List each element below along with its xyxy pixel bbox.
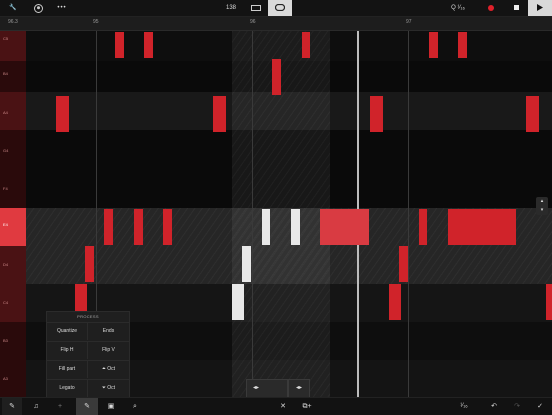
vertical-scroll-handle[interactable]: ▴ ▾ [536,197,548,215]
bar-marker: 96 [250,19,256,25]
key-a4[interactable]: A4 [0,92,26,131]
grid-resolution-button[interactable]: ¹⁄₁₆ [450,398,478,415]
note-selected[interactable] [232,284,244,320]
top-toolbar: 🔧 ••• 138 Q ¹⁄₁₆ [0,0,552,17]
note[interactable] [370,96,383,132]
pencil-tool-icon[interactable]: ✎ [2,398,22,415]
wrench-icon[interactable]: 🔧 [3,0,23,16]
bar-marker: 95 [93,19,99,25]
note[interactable] [115,32,124,58]
timeline-ruler[interactable]: 96.3 95 96 97 [0,17,552,31]
user-icon[interactable] [28,0,48,16]
resize-right-handle[interactable]: ◂▸ [288,379,310,397]
record-icon [488,5,494,11]
loop-icon [274,3,286,12]
music-note-icon[interactable]: ♫ [26,398,46,415]
note-selected[interactable] [242,246,251,282]
note[interactable] [320,209,369,245]
close-icon[interactable]: ✕ [273,398,293,415]
note[interactable] [163,209,172,245]
selection-region[interactable] [232,31,330,397]
legato-button[interactable]: Legato [47,379,88,397]
note[interactable] [302,32,310,58]
checkmark-icon[interactable]: ✓ [530,398,550,415]
note-selected[interactable] [291,209,300,245]
note[interactable] [526,96,539,132]
more-menu-button[interactable]: ••• [52,0,72,16]
redo-icon[interactable]: ↷ [508,398,526,415]
search-icon[interactable]: ⌕ [125,398,145,415]
stop-icon [513,5,519,10]
quantize-process-button[interactable]: Quantize [47,322,88,340]
key-c4[interactable]: C4 [0,284,26,323]
circle-user-icon [33,4,43,13]
note[interactable] [213,96,226,132]
note[interactable] [134,209,143,245]
undo-icon[interactable]: ↶ [484,398,504,415]
add-icon[interactable]: + [50,398,70,415]
note[interactable] [399,246,408,282]
note[interactable] [546,284,552,320]
octave-up-button[interactable]: ⏶ Oct [88,360,129,378]
stop-button[interactable] [505,0,527,16]
record-button[interactable] [480,0,502,16]
key-c5[interactable]: C5 [0,31,26,62]
loop-toggle-button[interactable] [268,0,292,16]
note[interactable] [389,284,401,320]
flip-h-button[interactable]: Flip H [47,341,88,359]
octave-down-button[interactable]: ⏷ Oct [88,379,129,397]
magic-wand-icon[interactable]: ✎ [76,398,98,415]
fill-part-button[interactable]: Fill part [47,360,88,378]
key-b3[interactable]: B3 [0,322,26,361]
position-readout: 96.3 [8,19,18,25]
key-e4[interactable]: E4 [0,208,26,247]
flip-v-button[interactable]: Flip V [88,341,129,359]
bar-line [252,31,253,397]
image-icon[interactable]: ▣ [100,398,122,415]
tempo-button[interactable]: 138 [220,0,242,16]
bar-line [408,31,409,397]
bar-marker: 97 [406,19,412,25]
piano-keys[interactable]: C5 B4 A4 G4 F4 E4 D4 C4 B3 A3 [0,31,26,398]
ends-button[interactable]: Ends [88,322,129,340]
bottom-toolbar: ✎ ♫ + ✎ ▣ ⌕ ✕ ⧉+ ¹⁄₁₆ ↶ ↷ ✓ [0,397,552,415]
note[interactable] [56,96,69,132]
note[interactable] [419,209,427,245]
note-selected[interactable] [262,209,270,245]
quantize-button[interactable]: Q ¹⁄₁₆ [445,0,471,16]
note[interactable] [448,209,516,245]
keyboard-toggle-button[interactable] [245,0,267,16]
note[interactable] [104,209,113,245]
keyboard-icon [251,5,261,11]
process-panel-title: PROCESS [77,314,99,319]
key-f4[interactable]: F4 [0,168,26,209]
key-g4[interactable]: G4 [0,130,26,169]
add-lane-icon[interactable]: ⧉+ [296,398,318,415]
key-b4[interactable]: B4 [0,61,26,93]
note[interactable] [144,32,153,58]
process-panel: PROCESS Quantize Ends Flip H Flip V Fill… [46,311,130,399]
note[interactable] [458,32,467,58]
key-d4[interactable]: D4 [0,246,26,285]
key-a3[interactable]: A3 [0,360,26,398]
note[interactable] [85,246,94,282]
play-icon [537,4,543,11]
note[interactable] [429,32,438,58]
play-button[interactable] [528,0,552,16]
resize-left-handle[interactable]: ◂▸ [246,379,288,397]
note[interactable] [272,59,281,95]
